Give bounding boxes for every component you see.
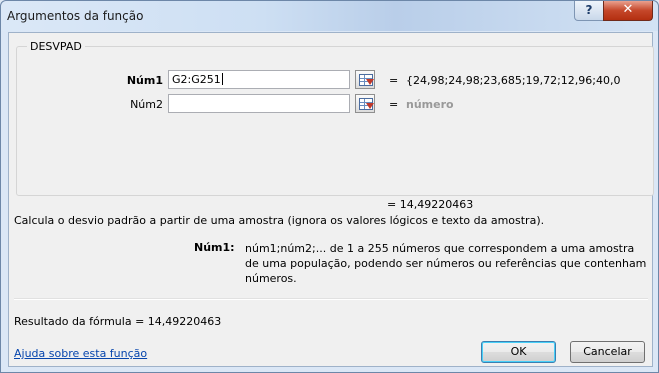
- text-caret: [221, 73, 223, 85]
- close-button[interactable]: ✕: [603, 1, 653, 21]
- arg-help-text: núm1;núm2;... de 1 a 255 números que cor…: [245, 242, 647, 285]
- dialog-window: Argumentos da função ? ✕ DESVPAD Núm1 G2…: [0, 0, 659, 373]
- divider: [14, 298, 648, 300]
- arg1-input[interactable]: G2:G251: [168, 70, 350, 89]
- dialog-title: Argumentos da função: [7, 9, 144, 23]
- function-result: = 14,49220463: [387, 198, 474, 211]
- function-description: Calcula o desvio padrão a partir de uma …: [14, 214, 545, 227]
- help-button[interactable]: ?: [574, 1, 604, 21]
- cancel-button[interactable]: Cancelar: [570, 341, 645, 363]
- arg2-ref-button[interactable]: [355, 94, 375, 113]
- help-icon: ?: [585, 3, 593, 17]
- help-link[interactable]: Ajuda sobre esta função: [14, 347, 147, 360]
- title-bar[interactable]: Argumentos da função ? ✕: [1, 1, 658, 31]
- formula-result: Resultado da fórmula = 14,49220463: [14, 315, 222, 328]
- arg2-result: número: [406, 98, 454, 111]
- arg1-equals: =: [389, 74, 399, 87]
- function-arguments-group: DESVPAD Núm1 G2:G251 = {24,98;24,98;23,6…: [16, 40, 654, 196]
- close-icon: ✕: [622, 2, 634, 17]
- ok-button[interactable]: OK: [481, 341, 556, 363]
- arg2-equals: =: [389, 98, 399, 111]
- arg2-input[interactable]: [168, 94, 350, 113]
- arg2-label: Núm2: [130, 98, 163, 111]
- function-name: DESVPAD: [27, 40, 85, 53]
- collapse-arrow-icon: [366, 79, 374, 85]
- arg1-result: {24,98;24,98;23,685;19,72;12,96;40,0: [406, 74, 621, 87]
- arg-help-label: Núm1:: [194, 241, 235, 254]
- collapse-arrow-icon: [366, 103, 374, 109]
- arg1-ref-button[interactable]: [355, 70, 375, 89]
- arg1-value: G2:G251: [172, 73, 221, 86]
- dialog-body: DESVPAD Núm1 G2:G251 = {24,98;24,98;23,6…: [8, 32, 654, 367]
- arg1-label: Núm1: [126, 74, 163, 87]
